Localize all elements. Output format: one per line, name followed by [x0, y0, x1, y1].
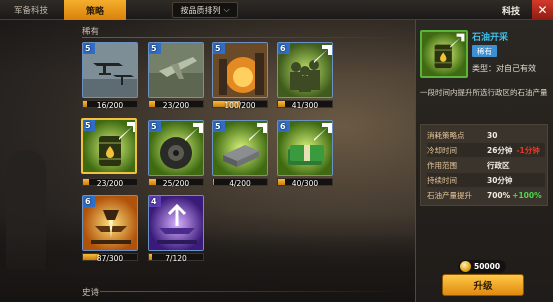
card-count: 16/200 — [96, 101, 124, 110]
detail-description: 一段时间内提升所选行政区的石油产量 — [420, 88, 548, 97]
tech-card-tire-production[interactable]: 5 — [148, 120, 204, 176]
upgrade-cost-value: 50000 — [474, 262, 501, 271]
sort-dropdown-label: 按品质排列 — [180, 5, 221, 15]
card-count: 23/200 — [162, 101, 190, 110]
upgrade-button[interactable]: 升级 — [442, 274, 524, 296]
detail-type: 类型：对自己有效 — [472, 64, 536, 73]
card-count: 25/200 — [162, 179, 190, 188]
tech-card-drone-strike[interactable]: 5 — [82, 42, 138, 98]
close-button[interactable]: ✕ — [532, 0, 553, 20]
stat-value: 26分钟 — [487, 145, 513, 155]
card-count: 87/300 — [96, 254, 124, 263]
stat-value: 行政区 — [487, 160, 510, 170]
top-bar: 军备科技 策略 按品质排列 ⌵ 科技 ✕ — [0, 0, 553, 20]
bomb-strike-icon — [83, 196, 137, 250]
oil-barrel-icon — [83, 120, 135, 172]
explosion-icon — [213, 43, 267, 97]
stat-label: 冷却时间 — [427, 145, 457, 155]
card-level: 5 — [151, 122, 157, 131]
window-title: 科技 — [501, 6, 520, 17]
tech-card-troops-boost[interactable]: 6 — [277, 42, 333, 98]
tech-card-cash-income[interactable]: 6 — [277, 120, 333, 176]
tech-card-aircraft[interactable]: 5 — [148, 42, 204, 98]
stat-row-duration: 持续时间 30分钟 — [427, 173, 545, 187]
card-count: 7/120 — [165, 254, 187, 263]
card-count: 23/200 — [96, 179, 124, 188]
stat-row-range: 作用范围 行政区 — [427, 158, 545, 172]
tab-military-tech[interactable]: 军备科技 — [0, 0, 62, 20]
tech-card-steel-production[interactable]: 5 — [212, 120, 268, 176]
card-level: 6 — [280, 44, 286, 53]
sort-dropdown[interactable]: 按品质排列 ⌵ — [172, 2, 238, 18]
tech-card-city-explosion[interactable]: 5 — [212, 42, 268, 98]
stat-value: 700% — [487, 190, 511, 200]
card-count: 100/200 — [224, 101, 256, 110]
section-epic-heading: 史诗 — [82, 288, 100, 298]
steel-beam-icon — [213, 121, 267, 175]
card-level: 5 — [215, 44, 221, 53]
stats-table: 消耗策略点 30 冷却时间 26分钟 -1分钟 作用范围 行政区 持续时间 30… — [420, 124, 548, 206]
card-level: 5 — [215, 122, 221, 131]
detail-name: 石油开采 — [472, 33, 509, 43]
stat-label: 持续时间 — [427, 175, 457, 185]
stat-row-cooldown: 冷却时间 26分钟 -1分钟 — [427, 143, 545, 157]
card-level: 5 — [151, 44, 157, 53]
card-level: 5 — [85, 121, 91, 130]
section-rare-heading: 稀有 — [82, 27, 100, 37]
stat-row-cost: 消耗策略点 30 — [427, 128, 545, 142]
stat-label: 作用范围 — [427, 160, 457, 170]
tech-card-oil-extraction[interactable]: 5 — [81, 118, 137, 174]
card-count: 41/300 — [291, 101, 319, 110]
chevron-down-icon: ⌵ — [223, 5, 230, 14]
detail-icon — [420, 30, 468, 78]
troops-icon — [278, 43, 332, 97]
drone-icon — [83, 43, 137, 97]
card-level: 6 — [85, 197, 91, 206]
stat-label: 消耗策略点 — [427, 130, 465, 140]
tire-icon — [149, 121, 203, 175]
stat-value: 30分钟 — [487, 175, 513, 185]
stat-row-oil-output: 石油产量提升 700% +100% — [427, 188, 545, 202]
upgrade-cost: 50000 — [458, 260, 506, 273]
card-count: 40/300 — [291, 179, 319, 188]
card-count: 4/200 — [229, 179, 251, 188]
detail-rarity-badge: 稀有 — [472, 45, 497, 57]
gold-coin-icon — [460, 261, 471, 272]
oil-barrel-icon — [422, 32, 466, 76]
tab-strategy[interactable]: 策略 — [64, 0, 126, 20]
cash-icon — [278, 121, 332, 175]
tech-card-tactical-strike[interactable]: 4 — [148, 195, 204, 251]
card-level: 5 — [85, 44, 91, 53]
tech-card-air-strike[interactable]: 6 — [82, 195, 138, 251]
card-level: 6 — [280, 122, 286, 131]
stat-label: 石油产量提升 — [427, 190, 472, 200]
aircraft-icon — [149, 43, 203, 97]
card-level: 4 — [151, 197, 157, 206]
stat-bonus: +100% — [512, 190, 542, 200]
stat-cooldown-reduction: -1分钟 — [516, 145, 540, 155]
stat-value: 30 — [487, 130, 498, 140]
strike-arrows-icon — [149, 196, 203, 250]
section-rare-divider — [82, 37, 407, 38]
section-epic-divider — [100, 291, 400, 292]
game-screen: 军备科技 策略 按品质排列 ⌵ 科技 ✕ 稀有 史诗 5 5 5 6 16/20… — [0, 0, 553, 302]
